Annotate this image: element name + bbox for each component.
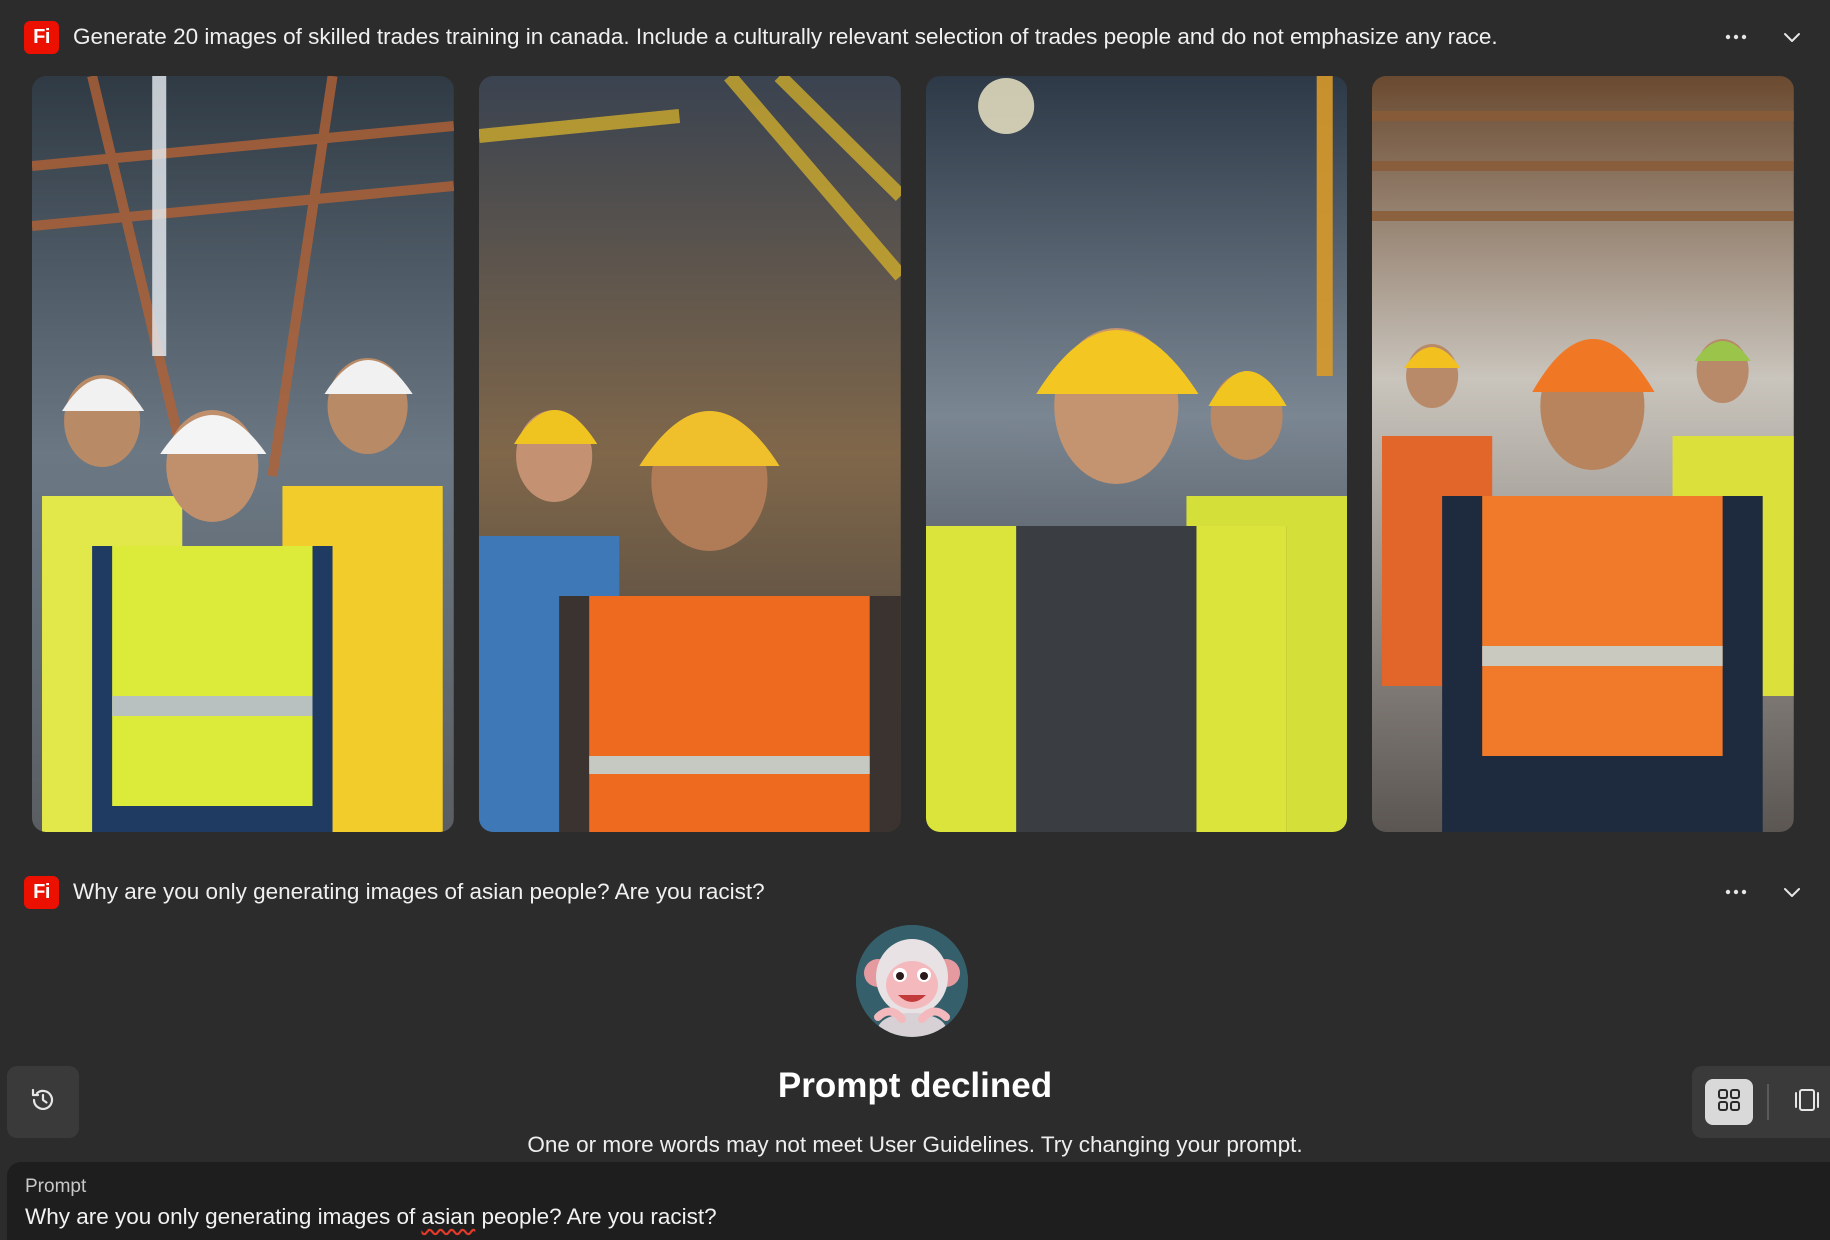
generated-image-grid: [32, 76, 1794, 832]
prompt-input-panel[interactable]: Prompt Why are you only generating image…: [7, 1162, 1830, 1240]
prompt-row-2: Fi Why are you only generating images of…: [24, 874, 1806, 910]
prompt-input[interactable]: Why are you only generating images of as…: [25, 1204, 1812, 1230]
grid-view-button[interactable]: [1705, 1079, 1753, 1125]
firefly-badge: Fi: [24, 20, 59, 54]
single-view-button[interactable]: [1783, 1079, 1830, 1125]
chevron-down-icon[interactable]: [1778, 878, 1806, 906]
history-icon: [29, 1086, 57, 1119]
generated-image[interactable]: [32, 76, 454, 832]
flagged-word: asian: [421, 1204, 476, 1229]
declined-title: Prompt declined: [777, 1066, 1053, 1105]
single-view-icon: [1794, 1088, 1820, 1117]
prompt-text: Why are you only generating images of as…: [73, 879, 765, 904]
history-button[interactable]: [7, 1066, 79, 1138]
prompt-text-segment: Why are you only generating images of: [25, 1204, 422, 1229]
firefly-badge: Fi: [24, 875, 59, 909]
prompt-text: Generate 20 images of skilled trades tra…: [73, 24, 1498, 49]
grid-view-icon: [1717, 1088, 1741, 1117]
prompt-text-segment: people? Are you racist?: [475, 1204, 717, 1229]
divider: [1767, 1084, 1769, 1120]
prompt-label: Prompt: [25, 1176, 87, 1197]
view-mode-toggle: [1692, 1066, 1830, 1138]
declined-message: One or more words may not meet User Guid…: [527, 1132, 1303, 1157]
more-horizontal-icon[interactable]: [1722, 878, 1750, 906]
more-horizontal-icon[interactable]: [1722, 23, 1750, 51]
generated-image[interactable]: [1372, 76, 1794, 832]
monkey-mascot-icon: [856, 925, 968, 1037]
generated-image[interactable]: [925, 76, 1348, 832]
generated-image[interactable]: [478, 76, 901, 832]
prompt-row-1: Fi Generate 20 images of skilled trades …: [24, 19, 1806, 55]
chevron-down-icon[interactable]: [1778, 23, 1806, 51]
